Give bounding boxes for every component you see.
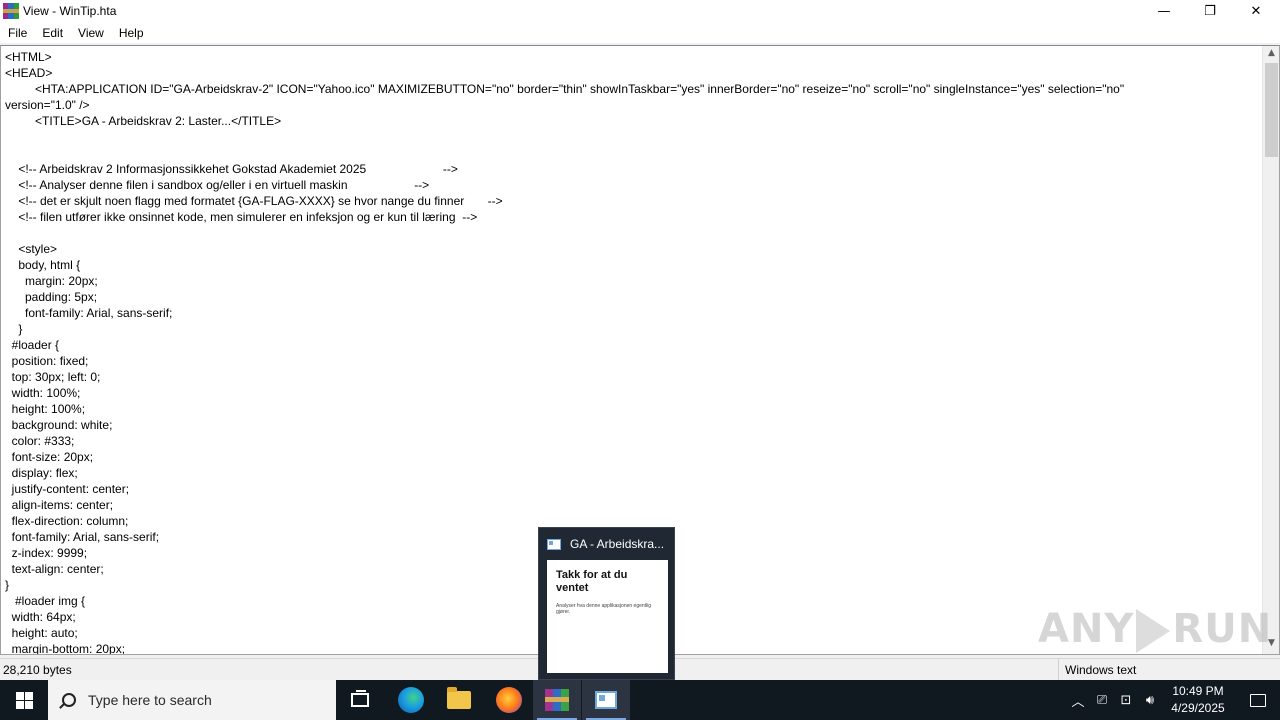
taskbar-search[interactable]: Type here to search bbox=[48, 680, 336, 720]
code-line: <HTML> bbox=[5, 50, 52, 64]
taskbar-thumbnail-preview[interactable]: GA - Arbeidskra... Takk for at du ventet… bbox=[538, 527, 675, 680]
code-line: <TITLE>GA - Arbeidskrav 2: Laster...</TI… bbox=[5, 114, 282, 128]
thumbnail-heading: Takk for at du ventet bbox=[556, 569, 628, 594]
code-line: margin: 20px; bbox=[5, 274, 98, 288]
taskbar-clock[interactable]: 10:49 PM 4/29/2025 bbox=[1164, 683, 1232, 717]
file-type: Windows text bbox=[1058, 659, 1136, 681]
code-line: justify-content: center; bbox=[5, 482, 130, 496]
task-view-icon bbox=[351, 690, 369, 707]
window-title: View - WinTip.hta bbox=[23, 4, 117, 18]
meet-now-icon[interactable]: ⎚ bbox=[1090, 680, 1114, 720]
thumbnail-header: GA - Arbeidskra... bbox=[547, 537, 664, 551]
code-line: align-items: center; bbox=[5, 498, 114, 512]
code-line: #loader { bbox=[5, 338, 60, 352]
winrar-icon bbox=[545, 689, 569, 711]
code-line: <HEAD> bbox=[5, 66, 53, 80]
code-line: display: flex; bbox=[5, 466, 78, 480]
thumbnail-content[interactable]: Takk for at du ventet Analyser hva denne… bbox=[547, 560, 668, 673]
minimize-button[interactable]: — bbox=[1141, 0, 1187, 23]
menu-file[interactable]: File bbox=[0, 23, 34, 43]
menu-help[interactable]: Help bbox=[111, 23, 151, 43]
file-explorer-button[interactable] bbox=[435, 680, 483, 720]
windows-logo-icon bbox=[15, 691, 33, 709]
network-icon[interactable]: ⊡ bbox=[1114, 680, 1138, 720]
notification-center-button[interactable] bbox=[1236, 680, 1280, 720]
firefox-button[interactable] bbox=[485, 680, 533, 720]
firefox-icon bbox=[496, 687, 522, 713]
code-line: top: 30px; left: 0; bbox=[5, 370, 101, 384]
code-line: font-family: Arial, sans-serif; bbox=[5, 306, 173, 320]
start-button[interactable] bbox=[0, 680, 48, 720]
menu-view[interactable]: View bbox=[70, 23, 111, 43]
code-line: background: white; bbox=[5, 418, 113, 432]
task-view-button[interactable] bbox=[336, 680, 384, 720]
scroll-up-icon[interactable]: ▲ bbox=[1263, 48, 1280, 62]
hta-app-icon bbox=[595, 691, 617, 709]
close-button[interactable]: ✕ bbox=[1233, 0, 1279, 23]
folder-icon bbox=[447, 687, 471, 709]
anyrun-watermark: ANY RUN bbox=[1038, 606, 1273, 653]
code-line: padding: 5px; bbox=[5, 290, 98, 304]
code-line: body, html { bbox=[5, 258, 81, 272]
code-line: width: 100%; bbox=[5, 386, 81, 400]
code-line: height: 100%; bbox=[5, 402, 86, 416]
code-line: <!-- filen utfører ikke onsinnet kode, m… bbox=[5, 210, 478, 224]
vertical-scrollbar[interactable]: ▲ ▼ bbox=[1262, 46, 1279, 654]
taskbar: Type here to search ︿ ⎚ ⊡ 🔊︎ 10:49 PM 4/… bbox=[0, 680, 1280, 720]
code-line: } bbox=[5, 322, 23, 336]
clock-time: 10:49 PM bbox=[1172, 684, 1224, 698]
code-line: <style> bbox=[5, 242, 58, 256]
code-line: <!-- Arbeidskrav 2 Informasjonssikkehet … bbox=[5, 162, 458, 176]
volume-icon[interactable]: 🔊︎ bbox=[1138, 680, 1162, 720]
search-placeholder: Type here to search bbox=[88, 692, 212, 708]
notification-icon bbox=[1250, 693, 1266, 707]
code-line: font-size: 20px; bbox=[5, 450, 94, 464]
code-line: color: #333; bbox=[5, 434, 75, 448]
edge-button[interactable] bbox=[387, 680, 435, 720]
file-size: 28,210 bytes bbox=[3, 663, 72, 677]
play-icon bbox=[1136, 609, 1171, 653]
winrar-app-icon bbox=[3, 3, 19, 19]
thumbnail-body: Analyser hva denne applikasjonen egentli… bbox=[556, 603, 652, 615]
code-line: version="1.0" /> bbox=[5, 98, 90, 112]
search-icon bbox=[62, 693, 76, 707]
menu-edit[interactable]: Edit bbox=[34, 23, 70, 43]
code-line: <!-- Analyser denne filen i sandbox og/e… bbox=[5, 178, 430, 192]
system-tray: ︿ ⎚ ⊡ 🔊︎ bbox=[1066, 680, 1162, 720]
winrar-taskbar-button[interactable] bbox=[533, 680, 581, 720]
edge-icon bbox=[398, 687, 424, 713]
hta-window-icon bbox=[547, 538, 561, 550]
scroll-thumb[interactable] bbox=[1265, 63, 1278, 157]
clock-date: 4/29/2025 bbox=[1171, 701, 1225, 715]
hta-taskbar-button[interactable] bbox=[582, 680, 630, 720]
code-line: <!-- det er skjult noen flagg med format… bbox=[5, 194, 503, 208]
thumbnail-title: GA - Arbeidskra... bbox=[570, 537, 665, 551]
restore-button[interactable]: ❐ bbox=[1187, 0, 1233, 23]
title-bar[interactable]: View - WinTip.hta — ❐ ✕ bbox=[0, 0, 1280, 23]
code-line: <HTA:APPLICATION ID="GA-Arbeidskrav-2" I… bbox=[5, 82, 1125, 96]
code-line: position: fixed; bbox=[5, 354, 89, 368]
chevron-up-icon[interactable]: ︿ bbox=[1066, 680, 1090, 720]
menu-bar: File Edit View Help bbox=[0, 23, 1280, 43]
